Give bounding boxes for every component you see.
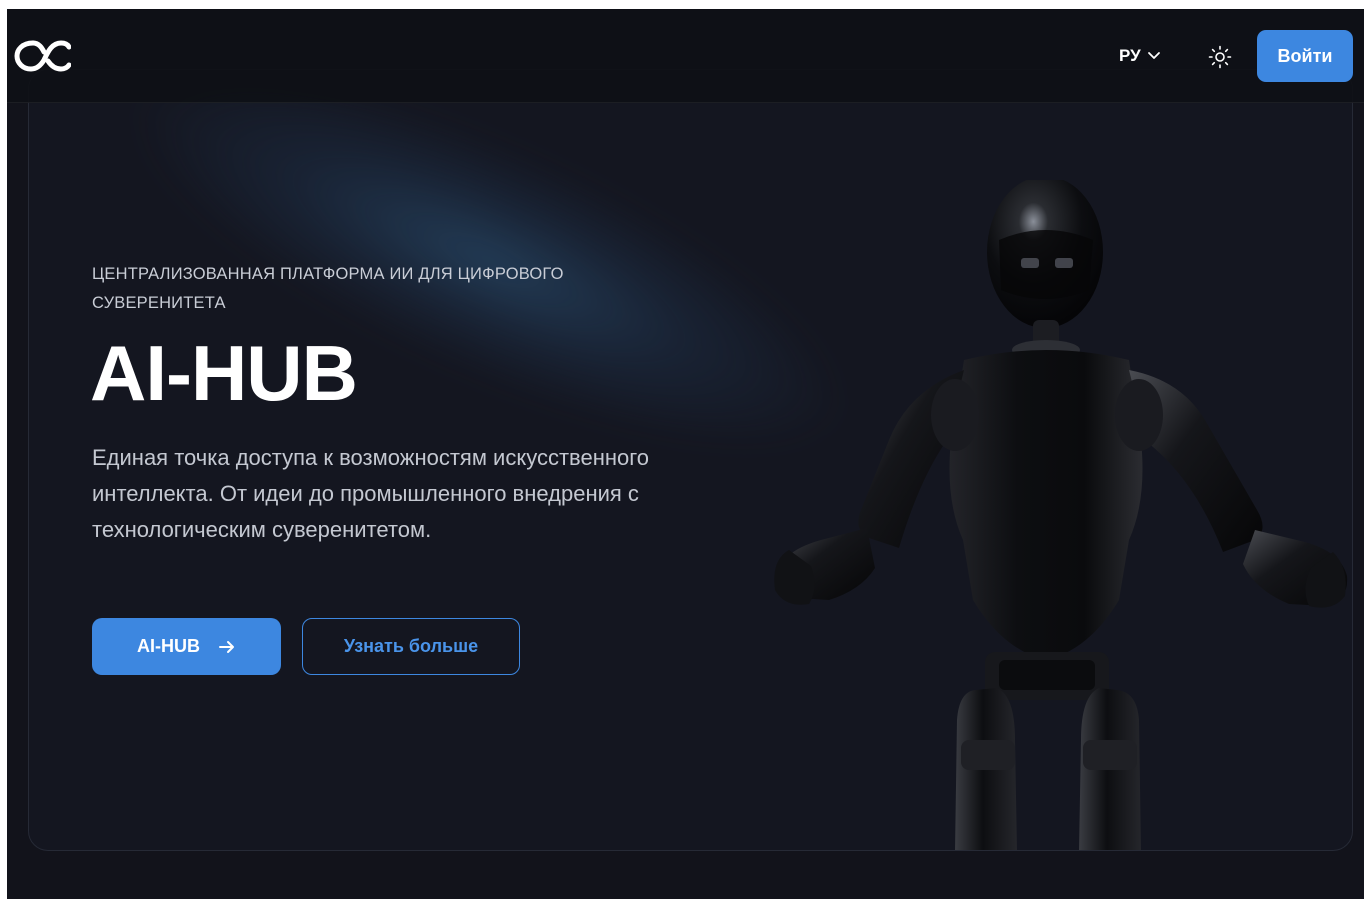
page: ЦЕНТРАЛИЗОВАННАЯ ПЛАТФОРМА ИИ ДЛЯ ЦИФРОВ… xyxy=(7,9,1364,899)
ai-hub-button-label: AI-HUB xyxy=(137,636,200,656)
chevron-down-icon xyxy=(1147,52,1160,59)
ai-hub-button[interactable]: AI-HUB xyxy=(92,618,281,675)
arrow-right-icon xyxy=(219,640,234,653)
hero-eyebrow: ЦЕНТРАЛИЗОВАННАЯ ПЛАТФОРМА ИИ ДЛЯ ЦИФРОВ… xyxy=(92,265,564,312)
language-selector[interactable]: РУ xyxy=(1119,44,1161,68)
learn-more-button[interactable]: Узнать больше xyxy=(302,618,520,675)
theme-toggle[interactable] xyxy=(1207,44,1233,70)
top-nav: РУ Войти xyxy=(7,9,1364,103)
humanoid-robot-image xyxy=(774,180,1348,850)
ac-logo-icon[interactable] xyxy=(13,39,71,73)
sun-icon xyxy=(1208,45,1232,69)
hero-description: Единая точка доступа к возможностям иску… xyxy=(92,445,650,542)
hero-title: AI-HUB xyxy=(90,329,358,417)
login-button[interactable]: Войти xyxy=(1257,30,1353,82)
hero-card: ЦЕНТРАЛИЗОВАННАЯ ПЛАТФОРМА ИИ ДЛЯ ЦИФРОВ… xyxy=(28,69,1353,851)
language-label: РУ xyxy=(1119,46,1141,65)
